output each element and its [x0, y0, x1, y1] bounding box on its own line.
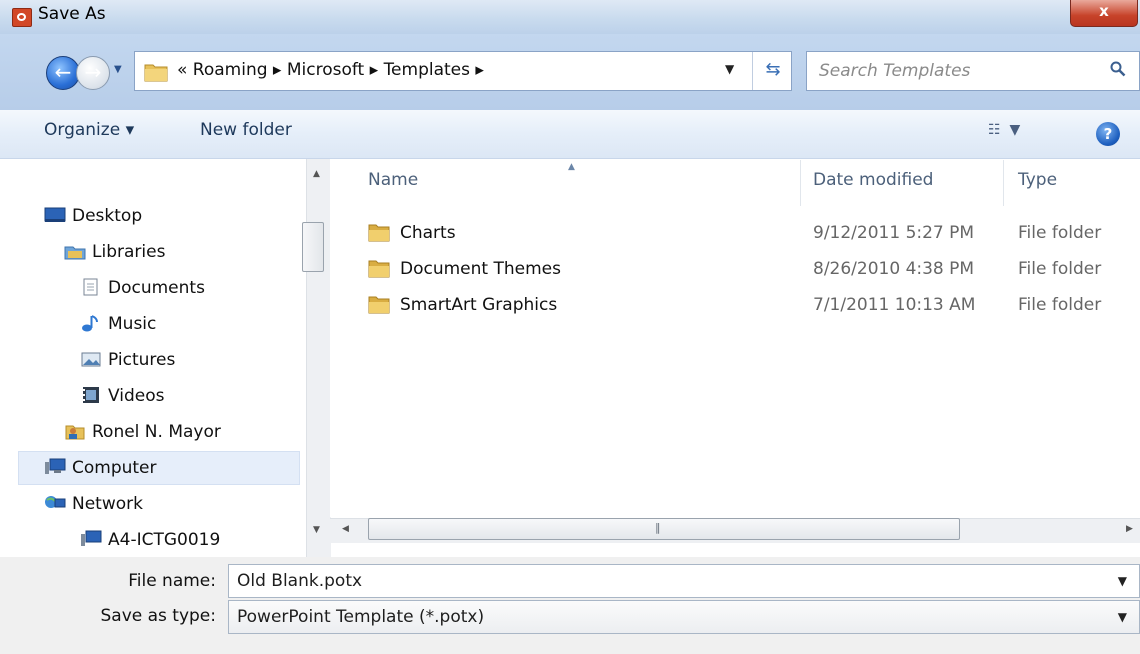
nav-item-documents[interactable]: Documents: [80, 272, 205, 304]
videos-icon: [83, 387, 99, 403]
refresh-button[interactable]: ⇆: [752, 52, 793, 90]
desktop-icon: [44, 207, 66, 222]
nav-item-network[interactable]: Network: [44, 488, 143, 520]
folder-icon: [368, 224, 390, 242]
file-name-value: Old Blank.potx: [237, 571, 363, 591]
nav-label: Desktop: [72, 206, 143, 226]
computer-icon: [45, 458, 66, 474]
column-divider[interactable]: [1003, 160, 1004, 206]
chevron-down-icon[interactable]: ▼: [1118, 601, 1127, 633]
file-type: File folder: [1018, 259, 1102, 279]
forward-arrow-icon: →: [84, 60, 102, 84]
nav-item-videos[interactable]: Videos: [80, 380, 165, 412]
nav-label: A4-ICTG0019: [108, 530, 221, 550]
nav-label: Pictures: [108, 350, 176, 370]
nav-item-user[interactable]: Ronel N. Mayor: [64, 416, 221, 448]
nav-scroll-thumb[interactable]: [302, 222, 324, 272]
music-icon: [82, 315, 98, 332]
nav-item-pictures[interactable]: Pictures: [80, 344, 175, 376]
title-bar: [0, 0, 1140, 34]
network-icon: [45, 496, 66, 508]
folder-icon: [368, 296, 390, 314]
new-folder-button[interactable]: New folder: [200, 120, 292, 140]
forward-button[interactable]: →: [76, 56, 110, 90]
nav-label: Network: [72, 494, 143, 514]
sort-ascending-icon: ▲: [568, 162, 575, 172]
back-arrow-icon: ←: [54, 60, 72, 84]
file-date: 8/26/2010 4:38 PM: [813, 259, 975, 279]
search-input[interactable]: Search Templates: [819, 61, 970, 81]
refresh-icon: ⇆: [765, 59, 781, 80]
scroll-up-icon[interactable]: ▲: [313, 169, 320, 179]
nav-item-computer[interactable]: Computer: [44, 452, 157, 484]
nav-label: Videos: [108, 386, 165, 406]
computer-icon: [81, 530, 102, 546]
nav-item-libraries[interactable]: Libraries: [64, 236, 165, 268]
column-header-date[interactable]: Date modified: [813, 170, 933, 190]
column-header-name[interactable]: Name: [368, 170, 418, 190]
change-view-button[interactable]: ☷ ▼: [988, 122, 1020, 138]
command-bar: [0, 110, 1140, 159]
organize-button[interactable]: Organize ▾: [44, 120, 134, 140]
save-type-select[interactable]: PowerPoint Template (*.potx) ▼: [228, 600, 1140, 634]
breadcrumb[interactable]: « Roaming ▸ Microsoft ▸ Templates ▸: [177, 60, 484, 80]
help-icon: ?: [1103, 125, 1113, 143]
chevron-down-icon: ▼: [1009, 122, 1021, 138]
column-header-type[interactable]: Type: [1018, 170, 1057, 190]
nav-label: Ronel N. Mayor: [92, 422, 221, 442]
back-button[interactable]: ←: [46, 56, 80, 90]
scroll-right-icon[interactable]: ▶: [1126, 524, 1133, 534]
file-name: Charts: [400, 223, 456, 243]
file-type: File folder: [1018, 295, 1102, 315]
nav-item-music[interactable]: Music: [80, 308, 156, 340]
recent-locations-dropdown[interactable]: ▼: [114, 64, 122, 75]
nav-item-desktop[interactable]: Desktop: [44, 200, 142, 232]
scroll-left-icon[interactable]: ◀: [342, 524, 349, 534]
libraries-icon: [64, 246, 86, 260]
column-divider[interactable]: [800, 160, 801, 206]
folder-icon: [144, 64, 168, 82]
save-type-value: PowerPoint Template (*.potx): [237, 607, 485, 627]
file-date: 9/12/2011 5:27 PM: [813, 223, 975, 243]
hscroll-thumb[interactable]: ‖: [368, 518, 960, 540]
scroll-down-icon[interactable]: ▼: [313, 525, 320, 535]
nav-pane-scrollbar[interactable]: ▲ ▼: [306, 159, 331, 557]
file-name: SmartArt Graphics: [400, 295, 558, 315]
address-dropdown-icon[interactable]: ▼: [725, 62, 734, 76]
pictures-icon: [81, 352, 101, 367]
grip-icon: ‖: [655, 521, 661, 534]
chevron-down-icon[interactable]: ▼: [1118, 565, 1127, 597]
folder-icon: [368, 260, 390, 278]
view-details-icon: ☷: [988, 122, 1001, 138]
close-button[interactable]: x: [1070, 0, 1138, 27]
search-box[interactable]: Search Templates: [806, 51, 1140, 91]
nav-label: Documents: [108, 278, 205, 298]
file-date: 7/1/2011 10:13 AM: [813, 295, 976, 315]
nav-label: Music: [108, 314, 157, 334]
user-folder-icon: [65, 425, 85, 440]
address-bar[interactable]: « Roaming ▸ Microsoft ▸ Templates ▸ ▼ ⇆: [134, 51, 792, 91]
file-list: [330, 159, 1140, 517]
search-icon[interactable]: [1110, 61, 1126, 77]
help-button[interactable]: ?: [1096, 122, 1120, 146]
file-type: File folder: [1018, 223, 1102, 243]
powerpoint-app-icon: [12, 8, 32, 27]
documents-icon: [83, 278, 98, 296]
nav-label: Computer: [72, 458, 157, 478]
nav-label: Libraries: [92, 242, 166, 262]
file-name-label: File name:: [128, 571, 216, 591]
file-name: Document Themes: [400, 259, 561, 279]
file-name-input[interactable]: Old Blank.potx ▼: [228, 564, 1140, 598]
save-type-label: Save as type:: [100, 606, 216, 626]
nav-item-network-computer[interactable]: A4-ICTG0019: [80, 524, 220, 556]
window-title: Save As: [38, 4, 106, 24]
